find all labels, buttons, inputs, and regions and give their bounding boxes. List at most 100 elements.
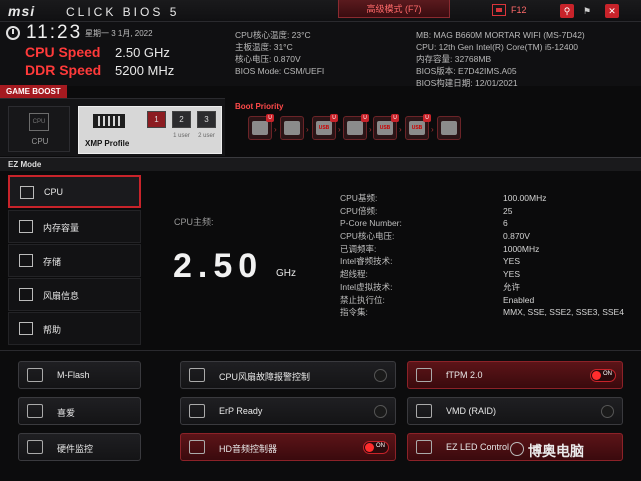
ddr-speed-value: 5200 MHz (115, 63, 175, 78)
close-icon[interactable]: ✕ (605, 4, 619, 18)
button-label: M-Flash (57, 370, 90, 380)
spec-value: YES (503, 256, 521, 267)
ftpm-toggle[interactable]: fTPM 2.0 ON (407, 361, 623, 389)
bios-version: BIOS版本: E7D42IMS.A05 (416, 66, 517, 76)
sidebar-item-storage[interactable]: 存储 (8, 244, 141, 277)
xmp-slot-1[interactable]: 1 (147, 111, 166, 128)
spec-value: YES (503, 269, 521, 280)
spec-row: 已调频率: 1000MHz (340, 243, 635, 256)
product-name: CLICK BIOS 5 (66, 5, 180, 19)
spec-row: CPU倍频: 25 (340, 205, 635, 218)
uefi-badge: U (330, 114, 338, 122)
language-icon[interactable]: ⚑ (580, 4, 594, 18)
boot-device-icon (347, 121, 363, 135)
cpu-spec-table: CPU基频: 100.00MHz CPU倍频: 25 P-Core Number: 6… (340, 192, 635, 319)
boot-priority-label: Boot Priority (235, 102, 284, 111)
cpu-frequency-label: CPU主频: (174, 217, 214, 227)
chevron-right-icon: › (274, 125, 277, 134)
spec-key: 已调频率: (340, 243, 377, 254)
sysinfo-right: MB: MAG B660M MORTAR WIFI (MS-7D42) CPU:… (416, 29, 585, 89)
f12-label[interactable]: F12 (511, 5, 527, 15)
sysinfo-left: CPU核心温度: 23°C 主板温度: 31°C 核心电压: 0.870V BI… (235, 29, 324, 77)
spec-row: P-Core Number: 6 (340, 217, 635, 230)
watermark: 博奥电脑 (528, 443, 584, 459)
boot-device[interactable]: USB U (405, 114, 431, 140)
search-icon[interactable]: ⚲ (560, 4, 574, 18)
chevron-right-icon: › (338, 125, 341, 134)
sidebar-item-memory[interactable]: 内存容量 (8, 210, 141, 243)
favorites-icon (27, 404, 43, 418)
boot-device[interactable] (280, 116, 304, 140)
toggle-on[interactable]: ON (590, 369, 616, 382)
spec-row: Intel虚拟技术: 允许 (340, 281, 635, 294)
led-icon (416, 440, 432, 454)
audio-icon (189, 440, 205, 454)
tpm-icon (416, 368, 432, 382)
m-flash-button[interactable]: M-Flash (18, 361, 141, 389)
erp-ready-toggle[interactable]: ErP Ready (180, 397, 396, 425)
game-boost-label: GAME BOOST (0, 85, 67, 98)
spec-key: CPU倍频: (340, 205, 378, 216)
msi-logo: msi (8, 3, 36, 19)
game-boost-cpu-button[interactable]: CPU CPU (8, 106, 70, 152)
boot-device[interactable] (437, 116, 461, 140)
boot-device-icon (284, 121, 300, 135)
sidebar-item-cpu[interactable]: CPU (8, 175, 141, 208)
toggle-off[interactable] (601, 405, 614, 418)
sidebar-item-help[interactable]: 帮助 (8, 312, 141, 345)
xmp-slot-3[interactable]: 3 (197, 111, 216, 128)
memory-icon (19, 220, 33, 233)
sidebar-item-label: 存储 (43, 257, 62, 267)
mb-model: MB: MAG B660M MORTAR WIFI (MS-7D42) (416, 30, 585, 40)
ez-sidebar: CPU 内存容量 存储 风扇信息 帮助 (8, 175, 141, 345)
spec-value: MMX, SSE, SSE2, SSE3, SSE4 (503, 307, 624, 318)
m-flash-icon (27, 368, 43, 382)
sidebar-item-label: 帮助 (43, 325, 62, 335)
spec-row: Intel睿频技术: YES (340, 255, 635, 268)
toggle-knob (365, 443, 374, 452)
bios-date: BIOS构建日期: 12/01/2021 (416, 78, 518, 88)
sidebar-item-label: CPU (44, 187, 64, 197)
boot-device[interactable]: U (343, 114, 369, 140)
hd-audio-toggle[interactable]: HD音频控制器 ON (180, 433, 396, 461)
toggle-off[interactable] (374, 405, 387, 418)
vmd-raid-toggle[interactable]: VMD (RAID) (407, 397, 623, 425)
spec-value: 25 (503, 205, 513, 216)
button-label: VMD (RAID) (446, 406, 496, 416)
cpu-icon (20, 186, 34, 199)
xmp-user-1: 1 user (173, 133, 190, 139)
toggle-on[interactable]: ON (363, 441, 389, 454)
toggle-off[interactable] (374, 369, 387, 382)
advanced-mode-tab[interactable]: 高级模式 (F7) (338, 0, 450, 18)
cpu-chip-icon: CPU (29, 113, 49, 131)
ez-mode-bar: EZ Mode (0, 157, 641, 171)
system-time: 11:23 (26, 22, 83, 43)
boot-device[interactable]: USB U (373, 114, 399, 140)
chevron-right-icon: › (306, 125, 309, 134)
cpu-speed-label: CPU Speed (25, 44, 101, 60)
cpu-model: CPU: 12th Gen Intel(R) Core(TM) i5-12400 (416, 42, 579, 52)
toggle-on-text: ON (376, 443, 385, 449)
spec-row: CPU核心电压: 0.870V (340, 230, 635, 243)
spec-key: 超线程: (340, 269, 368, 280)
boot-device-icon: USB (316, 121, 332, 135)
bios-mode: BIOS Mode: CSM/UEFI (235, 66, 325, 76)
spec-key: 禁止执行位: (340, 294, 385, 305)
cpu-fan-fail-warning-toggle[interactable]: CPU风扇故障报警控制 (180, 361, 396, 389)
boot-device[interactable]: U (248, 114, 274, 140)
boot-device[interactable]: USB U (312, 114, 338, 140)
hardware-monitor-button[interactable]: 硬件监控 (18, 433, 141, 461)
xmp-profile-label: XMP Profile (85, 139, 130, 148)
game-boost-cpu-label: CPU (31, 137, 49, 146)
spec-key: 指令集: (340, 307, 368, 318)
spec-value: 1000MHz (503, 243, 540, 254)
chevron-right-icon: › (431, 125, 434, 134)
xmp-user-2: 2 user (198, 133, 215, 139)
spec-key: Intel虚拟技术: (340, 281, 393, 292)
uefi-badge: U (361, 114, 369, 122)
favorites-button[interactable]: 喜爱 (18, 397, 141, 425)
xmp-profile-button[interactable]: XMP Profile 1 2 3 1 user 2 user (78, 106, 222, 154)
xmp-slot-2[interactable]: 2 (172, 111, 191, 128)
sidebar-item-fan[interactable]: 风扇信息 (8, 278, 141, 311)
screenshot-icon[interactable] (492, 4, 506, 16)
